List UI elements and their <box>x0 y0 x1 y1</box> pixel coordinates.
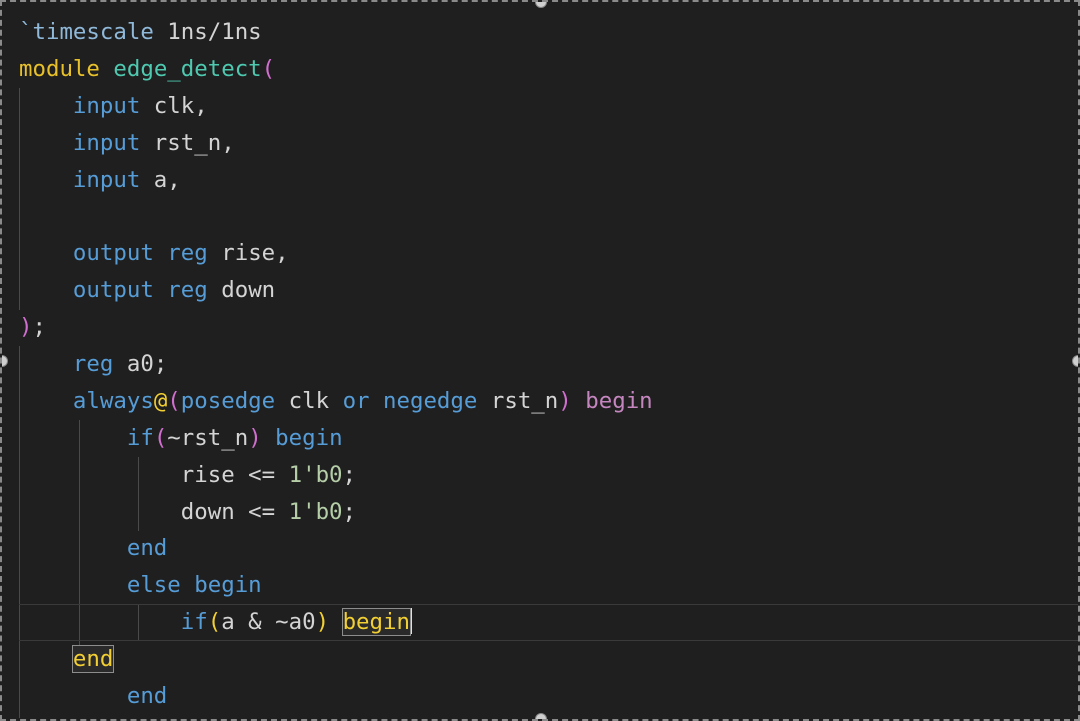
code-token: input <box>72 129 141 156</box>
code-line[interactable]: `timescale 1ns/1ns <box>19 14 653 51</box>
code-line[interactable]: end <box>19 641 653 678</box>
text-cursor <box>409 608 412 635</box>
code-token: always <box>72 387 154 414</box>
code-line[interactable]: input a, <box>19 162 653 199</box>
code-token: input <box>72 166 141 193</box>
resize-handle-right[interactable] <box>1072 355 1078 367</box>
code-token: end <box>71 645 115 674</box>
code-token: ; <box>342 461 357 488</box>
code-line[interactable] <box>19 198 653 235</box>
code-line[interactable]: down <= 1'b0; <box>19 494 653 531</box>
code-token: ) <box>558 387 572 414</box>
code-token: posedge <box>180 387 276 414</box>
code-line[interactable]: module edge_detect( <box>19 51 653 88</box>
code-token: `timescale <box>19 19 154 45</box>
resize-handle-top[interactable] <box>535 2 547 8</box>
code-token: module <box>19 55 100 82</box>
resize-handle-left[interactable] <box>2 355 8 367</box>
code-token: ( <box>153 424 168 451</box>
code-token: ; <box>32 314 46 341</box>
code-token: ) <box>315 609 330 636</box>
code-token: rise, <box>207 240 289 267</box>
code-token: input <box>72 92 141 119</box>
code-token: ~rst_n <box>167 424 249 451</box>
code-token: reg <box>167 277 208 304</box>
code-line[interactable]: ); <box>19 309 653 346</box>
code-line[interactable]: input clk, <box>19 88 653 125</box>
code-token: ) <box>19 314 33 341</box>
code-token: rst_n, <box>140 129 235 156</box>
code-token: a, <box>140 166 181 193</box>
code-token: output <box>72 277 154 304</box>
code-token: clk <box>275 387 343 414</box>
code-line[interactable]: output reg rise, <box>19 235 653 272</box>
code-token: @ <box>153 387 168 414</box>
code-token: ( <box>261 55 276 82</box>
code-token: clk, <box>140 92 208 119</box>
code-token: 1ns/1ns <box>153 19 262 45</box>
code-line[interactable]: end <box>19 678 653 715</box>
code-token: or <box>342 387 370 414</box>
code-token: down <= <box>19 498 289 525</box>
code-line[interactable]: else begin <box>19 567 653 604</box>
code-token: begin <box>585 387 653 414</box>
code-token: edge_detect <box>113 55 262 82</box>
code-token: rst_n <box>477 387 559 414</box>
code-token: ( <box>207 609 222 636</box>
code-token: down <box>207 277 276 304</box>
code-token: a & ~a0 <box>221 609 316 636</box>
code-token: ) <box>248 424 262 451</box>
code-token: rise <= <box>19 461 289 488</box>
code-token: begin <box>341 608 411 637</box>
code-token: output <box>72 240 154 267</box>
code-line[interactable]: if(a & ~a0) begin <box>19 604 1078 642</box>
code-token: if <box>180 609 208 636</box>
code-token: reg <box>72 351 114 378</box>
code-token: end <box>126 535 168 562</box>
code-line[interactable]: reg a0; <box>19 346 653 383</box>
code-token: 1'b0 <box>288 498 343 525</box>
code-area[interactable]: `timescale 1ns/1ns module edge_detect( in… <box>19 14 1078 715</box>
code-line[interactable]: always@(posedge clk or negedge rst_n) be… <box>19 383 653 420</box>
code-token: if <box>126 424 154 451</box>
code-token: ; <box>342 498 357 525</box>
code-line[interactable]: input rst_n, <box>19 125 653 162</box>
code-editor-frame: `timescale 1ns/1ns module edge_detect( in… <box>0 0 1080 721</box>
code-token: begin <box>275 424 343 451</box>
code-token: 1'b0 <box>288 461 343 488</box>
code-token: negedge <box>383 387 478 414</box>
code-line[interactable]: if(~rst_n) begin <box>19 420 653 457</box>
code-token: else <box>126 572 181 599</box>
code-line[interactable]: rise <= 1'b0; <box>19 457 653 494</box>
code-token: a0; <box>113 351 168 378</box>
code-token: begin <box>194 572 262 599</box>
code-line[interactable]: end <box>19 530 653 567</box>
code-token: end <box>126 683 168 710</box>
code-token: reg <box>167 240 208 267</box>
code-line[interactable]: output reg down <box>19 272 653 309</box>
code-token: ( <box>167 387 181 414</box>
